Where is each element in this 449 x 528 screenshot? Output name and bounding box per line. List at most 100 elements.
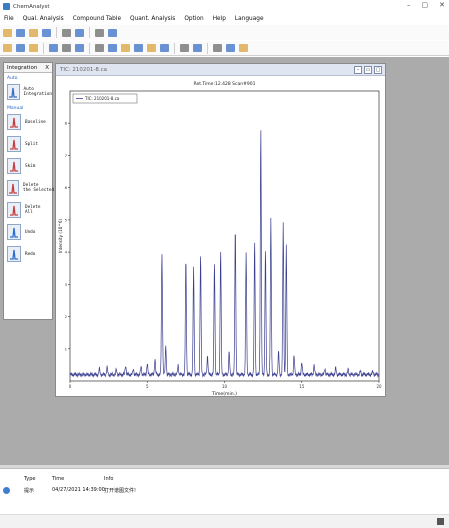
- chromatogram-window: TIC: 210201-8.ca – ▭ ▢ Ret.Time:12.428 S…: [55, 63, 386, 397]
- close-button[interactable]: ✕: [439, 1, 445, 9]
- main-toolbar: [0, 25, 449, 40]
- layout-2-icon[interactable]: [15, 43, 26, 54]
- integration-panel-close-button[interactable]: X: [45, 65, 49, 71]
- chart-restore-button[interactable]: ▭: [364, 66, 372, 74]
- y-tick-label: 1: [65, 346, 68, 351]
- library-icon[interactable]: [74, 43, 85, 54]
- peak-icon-2[interactable]: [225, 43, 236, 54]
- title-bar: ChemAnalyst – ▢ ✕: [0, 0, 449, 13]
- table-icon[interactable]: [179, 43, 190, 54]
- undo-label: Undo: [25, 229, 36, 235]
- chart-close-button[interactable]: ▢: [374, 66, 382, 74]
- chart-window-title: TIC: 210201-8.ca: [60, 66, 108, 73]
- y-axis-label: Intensity (10^6): [58, 218, 63, 253]
- tic-icon[interactable]: [94, 43, 105, 54]
- chart-1-icon[interactable]: [48, 43, 59, 54]
- undo-icon[interactable]: [107, 27, 118, 38]
- open-icon[interactable]: [41, 27, 52, 38]
- log-info: 打开谱图文件!: [104, 487, 137, 494]
- y-tick-label: 4: [65, 250, 68, 255]
- chart-title: Ret.Time:12.428 Scan#901: [194, 81, 256, 87]
- log-time: 04/27/2021 14:39:00: [52, 487, 105, 493]
- redo-tool[interactable]: Redo: [4, 243, 52, 265]
- menu-qual-analysis[interactable]: Qual. Analysis: [23, 16, 64, 22]
- y-tick-label: 3: [65, 282, 68, 287]
- menu-bar: File Qual. Analysis Compound Table Quant…: [0, 13, 449, 25]
- x-tick-label: 10: [222, 384, 228, 389]
- integration-panel: Integration X Auto Auto Integration Manu…: [3, 62, 55, 320]
- integration-panel-title: Integration: [7, 64, 38, 71]
- menu-option[interactable]: Option: [184, 16, 203, 22]
- auto-integration-tool[interactable]: Auto Integration: [4, 81, 52, 103]
- log-type: 提示: [24, 487, 35, 494]
- skim-tool[interactable]: Skim: [4, 155, 52, 177]
- y-tick-label: 6: [65, 185, 68, 190]
- status-icon: [437, 518, 444, 525]
- x-tick-label: 15: [299, 384, 305, 389]
- chart-2-icon[interactable]: [61, 43, 72, 54]
- delete-all-icon: [7, 202, 21, 218]
- undo-tool[interactable]: Undo: [4, 221, 52, 243]
- chromatogram-plot[interactable]: Ret.Time:12.428 Scan#901 1 2 3 4 5 6 7 8 0 5 10 15 20…: [56, 76, 386, 397]
- auto-integration-icon: [7, 84, 20, 100]
- zoom-icon[interactable]: [94, 27, 105, 38]
- legend-label: TIC: 210201-8.ca: [84, 96, 120, 101]
- delete-all-label: Delete All: [25, 205, 41, 215]
- delete-selected-icon: [7, 180, 19, 196]
- split-tool[interactable]: Split: [4, 133, 52, 155]
- menu-help[interactable]: Help: [213, 16, 226, 22]
- undo-icon: [7, 224, 21, 240]
- layout-1-icon[interactable]: [2, 43, 13, 54]
- folder-icon[interactable]: [28, 27, 39, 38]
- y-tick-label: 2: [65, 314, 68, 319]
- y-tick-label: 7: [65, 153, 68, 158]
- export-icon[interactable]: [238, 43, 249, 54]
- tic-nonlinear-icon[interactable]: [120, 43, 131, 54]
- status-bar: [0, 514, 449, 528]
- x-axis-label: Time(min.): [211, 391, 237, 397]
- maximize-button[interactable]: ▢: [422, 1, 429, 9]
- info-icon: [3, 486, 10, 494]
- plot-frame: [69, 90, 380, 382]
- menu-compound-table[interactable]: Compound Table: [73, 16, 121, 22]
- view-toolbar: [0, 41, 449, 56]
- menu-language[interactable]: Language: [235, 16, 264, 22]
- table-icon-2[interactable]: [192, 43, 203, 54]
- menu-quant-analysis[interactable]: Quant. Analysis: [130, 16, 175, 22]
- delete-all-tool[interactable]: Delete All: [4, 199, 52, 221]
- log-row[interactable]: 提示 04/27/2021 14:39:00 打开谱图文件!: [0, 485, 449, 495]
- calculator-icon[interactable]: [74, 27, 85, 38]
- x-tick-label: 20: [376, 384, 382, 389]
- baseline-label: Baseline: [25, 119, 46, 125]
- log-header-time: Time: [52, 476, 65, 482]
- manual-section-label: Manual: [7, 106, 24, 111]
- layout-3-icon[interactable]: [28, 43, 39, 54]
- peak-icon[interactable]: [212, 43, 223, 54]
- split-label: Split: [25, 141, 38, 147]
- spectrum-icon[interactable]: [133, 43, 144, 54]
- minimize-button[interactable]: –: [407, 1, 411, 9]
- redo-label: Redo: [25, 251, 36, 257]
- window-title: ChemAnalyst: [13, 3, 50, 10]
- y-tick-label: 8: [65, 121, 68, 126]
- skim-label: Skim: [25, 163, 36, 169]
- bic-icon[interactable]: [107, 43, 118, 54]
- auto-section-label: Auto: [7, 76, 18, 81]
- open-folder-icon[interactable]: [2, 27, 13, 38]
- x-tick-label: 5: [146, 384, 149, 389]
- log-header-type: Type: [24, 476, 36, 482]
- redo-icon: [7, 246, 21, 262]
- baseline-icon: [7, 114, 21, 130]
- y-tick-label: 5: [65, 217, 68, 222]
- chart-minimize-button[interactable]: –: [354, 66, 362, 74]
- split-icon: [7, 136, 21, 152]
- save-icon[interactable]: [15, 27, 26, 38]
- delete-selected-tool[interactable]: Delete the Selected: [4, 177, 55, 199]
- mass-icon[interactable]: [159, 43, 170, 54]
- menu-file[interactable]: File: [4, 16, 14, 22]
- skim-icon: [7, 158, 21, 174]
- baseline-tool[interactable]: Baseline: [4, 111, 52, 133]
- compare-icon[interactable]: [61, 27, 72, 38]
- delete-selected-label: Delete the Selected: [23, 183, 55, 193]
- spectrum-icon-2[interactable]: [146, 43, 157, 54]
